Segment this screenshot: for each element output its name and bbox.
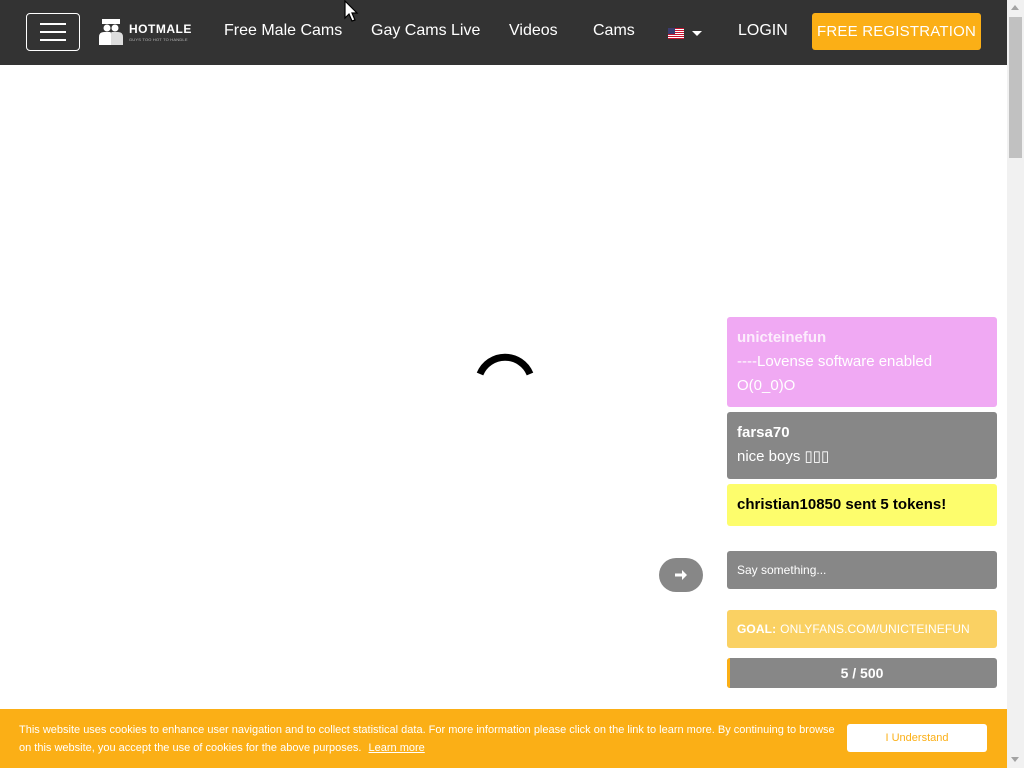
learn-more-link[interactable]: Learn more: [369, 742, 425, 754]
scroll-up-arrow-icon[interactable]: [1011, 5, 1019, 10]
login-link[interactable]: LOGIN: [738, 22, 788, 40]
chat-message-text: nice boys ▯▯▯: [737, 448, 830, 465]
logo-icon: [99, 19, 123, 45]
us-flag-icon[interactable]: [668, 28, 684, 39]
scroll-down-arrow-icon[interactable]: [1011, 757, 1019, 762]
hamburger-line: [40, 31, 66, 33]
hamburger-line: [40, 23, 66, 25]
chat-message-text: ----Lovense software enabled O(0_0)O: [737, 353, 933, 394]
hamburger-line: [40, 39, 66, 41]
cookie-consent-bar: This website uses cookies to enhance use…: [0, 709, 1007, 768]
goal-banner: GOAL: ONLYFANS.COM/UNICTEINEFUN: [727, 610, 997, 648]
mouse-pointer-icon: [344, 0, 359, 22]
send-message-button[interactable]: [659, 558, 703, 592]
cookie-message: This website uses cookies to enhance use…: [19, 724, 835, 754]
goal-text: ONLYFANS.COM/UNICTEINEFUN: [780, 622, 970, 636]
chat-message: farsa70 nice boys ▯▯▯: [727, 412, 997, 479]
nav-link-gay-cams-live[interactable]: Gay Cams Live: [371, 22, 480, 40]
goal-progress-text: 5 / 500: [840, 665, 884, 681]
nav-link-videos[interactable]: Videos: [509, 22, 558, 40]
top-navbar: HOTMALE GUYS TOO HOT TO HANDLE Free Male…: [0, 0, 1007, 65]
chat-message-user[interactable]: farsa70: [737, 421, 987, 445]
free-registration-button[interactable]: FREE REGISTRATION: [812, 13, 981, 50]
chat-tip-notice: christian10850 sent 5 tokens!: [727, 484, 997, 526]
page-scrollbar[interactable]: [1007, 0, 1024, 768]
chat-message: unicteinefun ----Lovense software enable…: [727, 317, 997, 407]
scroll-thumb[interactable]: [1009, 17, 1022, 158]
nav-link-free-male-cams[interactable]: Free Male Cams: [224, 22, 342, 40]
logo-text: HOTMALE GUYS TOO HOT TO HANDLE: [129, 23, 192, 42]
site-logo[interactable]: HOTMALE GUYS TOO HOT TO HANDLE: [99, 18, 192, 46]
menu-toggle-button[interactable]: [26, 13, 80, 51]
goal-progress-bar: 5 / 500: [727, 658, 997, 688]
cookie-consent-text: This website uses cookies to enhance use…: [19, 721, 839, 757]
i-understand-button[interactable]: I Understand: [847, 724, 987, 752]
tip-notice-text: christian10850 sent 5 tokens!: [737, 496, 947, 513]
chat-message-input[interactable]: [727, 551, 997, 589]
nav-link-cams[interactable]: Cams: [593, 22, 635, 40]
arrow-right-icon: [675, 570, 687, 580]
chat-message-user[interactable]: unicteinefun: [737, 326, 987, 350]
language-dropdown-caret-icon[interactable]: [692, 31, 702, 36]
logo-name: HOTMALE: [129, 21, 192, 36]
goal-label: GOAL:: [737, 622, 777, 636]
logo-tagline: GUYS TOO HOT TO HANDLE: [129, 36, 188, 42]
loading-spinner-icon: [476, 353, 534, 376]
